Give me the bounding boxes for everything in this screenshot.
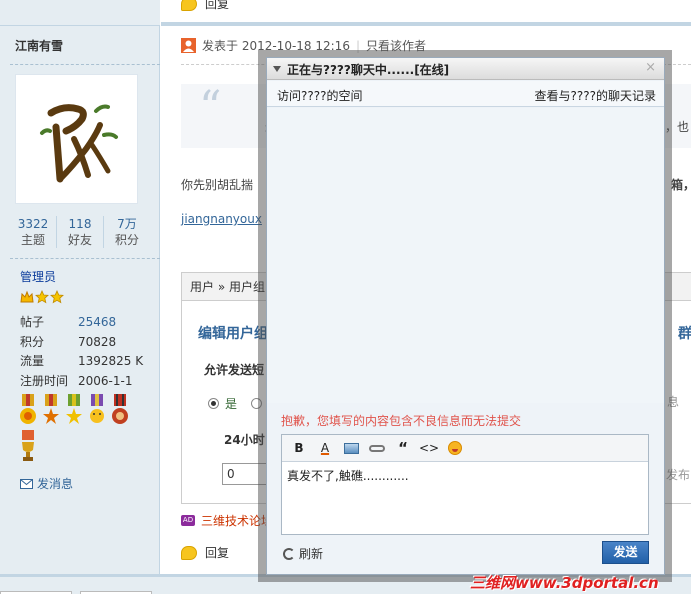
radio-yes[interactable] — [208, 398, 219, 409]
info-row-traffic: 流量 1392825 K — [20, 352, 143, 372]
user-group[interactable]: 管理员 — [20, 268, 56, 285]
chat-links-bar: 访问????的空间 查看与????的聊天记录 — [267, 81, 664, 107]
radio-yes-label: 是 — [225, 397, 238, 411]
stat-label: 积分 — [114, 233, 139, 247]
refresh-icon — [283, 547, 295, 560]
post-body-text: 你先别胡乱揣 — [181, 178, 254, 192]
quote-icon: “ — [398, 439, 408, 457]
stat-label: 好友 — [67, 233, 92, 247]
info-value: 25468 — [78, 315, 117, 329]
medal-icon[interactable] — [18, 394, 38, 428]
info-value: 70828 — [78, 334, 117, 349]
chat-title: 正在与????聊天中......[在线] — [287, 63, 450, 77]
user-stats: 3322 主题 118 好友 7万 积分 — [10, 216, 150, 248]
watermark: 三维网www.3dportal.cn — [470, 574, 659, 592]
send-button[interactable]: 发送 — [602, 541, 649, 564]
post-separator — [161, 22, 691, 26]
bold-button[interactable]: B — [286, 438, 312, 458]
speech-bubble-icon — [181, 0, 197, 11]
author-name[interactable]: 江南有雪 — [15, 37, 63, 54]
chat-message-area[interactable] — [267, 108, 664, 403]
info-value: 2006-1-1 — [78, 373, 133, 388]
message-textarea[interactable]: 真发不了,触礁............ — [282, 462, 648, 489]
quote-mark-icon: “ — [199, 82, 222, 133]
rank-stars — [20, 290, 64, 304]
divider — [10, 64, 160, 65]
chat-window: 正在与????聊天中......[在线] × 访问????的空间 查看与????… — [266, 57, 665, 575]
crown-icon — [20, 290, 34, 303]
quote-button[interactable]: “ — [390, 438, 416, 458]
panel-title-right: 群 — [678, 326, 691, 342]
sidebar-top-strip — [0, 0, 160, 26]
star-icon — [50, 290, 64, 304]
post-body-tail: 箱， — [671, 178, 691, 192]
error-message: 抱歉，您填写的内容包含不良信息而无法提交 — [281, 414, 522, 428]
reply-label: 回复 — [205, 546, 230, 560]
refresh-button[interactable]: 刷新 — [283, 545, 323, 562]
visit-space-link[interactable]: 访问????的空间 — [277, 87, 362, 104]
font-color-icon: A — [320, 441, 330, 455]
info-key: 流量 — [20, 354, 45, 368]
image-icon — [343, 442, 359, 454]
user-info: 帖子 25468 积分 70828 流量 1392825 K 注册时间 2006-1-1 — [20, 313, 143, 391]
medal-icon[interactable] — [87, 394, 107, 428]
medal-icon[interactable] — [110, 394, 130, 428]
stat-value: 7万 — [117, 217, 137, 231]
allow-label: 允许发送短 — [204, 363, 265, 377]
info-row-registered: 注册时间 2006-1-1 — [20, 372, 143, 392]
info-key: 注册时间 — [20, 373, 69, 388]
stat-value: 3322 — [17, 217, 49, 231]
speech-bubble-icon — [181, 545, 197, 560]
info-value: 1392825 K — [78, 354, 144, 368]
code-icon: <> — [418, 441, 440, 455]
info-key: 帖子 — [20, 315, 45, 329]
bold-icon: B — [294, 441, 304, 455]
refresh-label: 刷新 — [299, 547, 324, 561]
reply-label: 回复 — [205, 0, 230, 11]
medal-icon[interactable] — [64, 394, 84, 428]
star-icon — [35, 290, 49, 304]
font-color-button[interactable]: A — [312, 438, 338, 458]
link-button[interactable] — [364, 438, 390, 458]
send-message-link[interactable]: 发消息 — [20, 475, 73, 492]
author-sidebar: 江南有雪 3322 主题 118 好友 7万 积分 管理员 帖子 25468 积… — [0, 0, 160, 594]
medal-icon[interactable] — [41, 394, 61, 428]
chat-title-bar[interactable]: 正在与????聊天中......[在线] × — [267, 58, 664, 80]
view-history-link[interactable]: 查看与????的聊天记录 — [535, 87, 656, 104]
ad-badge: AD — [181, 515, 195, 526]
send-message-label: 发消息 — [37, 477, 74, 491]
editor-toolbar: B A “ <> — [282, 435, 648, 462]
info-row-credits: 积分 70828 — [20, 333, 143, 353]
info-key: 积分 — [20, 334, 45, 349]
radio-group: 是 — [208, 395, 263, 412]
smiley-button[interactable] — [442, 438, 468, 458]
avatar-calligraphy-image — [40, 104, 118, 183]
smiley-icon — [448, 441, 462, 455]
code-button[interactable]: <> — [416, 438, 442, 458]
avatar[interactable] — [15, 74, 138, 204]
trophy-icon[interactable] — [18, 430, 38, 464]
reply-button-top[interactable]: 回复 — [181, 0, 229, 12]
stat-value: 118 — [68, 217, 92, 231]
stat-label: 主题 — [20, 233, 45, 247]
message-editor: B A “ <> 真发不了,触礁............ — [281, 434, 649, 535]
stat-credits[interactable]: 7万 积分 — [104, 216, 150, 248]
link-icon — [369, 444, 385, 452]
close-icon[interactable]: × — [645, 60, 656, 75]
divider — [10, 258, 160, 259]
image-button[interactable] — [338, 438, 364, 458]
medal-list — [18, 394, 148, 464]
stat-topics[interactable]: 3322 主题 — [10, 216, 57, 248]
user-icon — [181, 38, 196, 53]
post-link[interactable]: jiangnanyoux — [181, 212, 262, 226]
reply-button-bottom[interactable]: 回复 — [181, 544, 229, 561]
stat-friends[interactable]: 118 好友 — [57, 216, 104, 248]
collapse-triangle-icon[interactable] — [273, 66, 281, 72]
info-row-posts: 帖子 25468 — [20, 313, 143, 333]
envelope-icon — [20, 478, 33, 489]
